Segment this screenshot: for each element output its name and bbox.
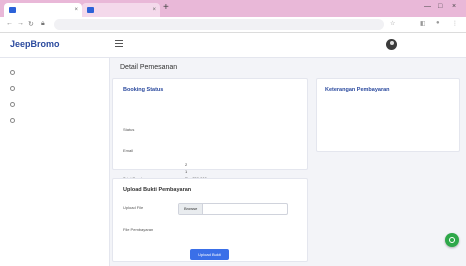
reload-icon[interactable]: ↻ <box>28 20 34 28</box>
sidebar <box>0 58 110 266</box>
new-tab-button[interactable]: + <box>163 2 169 13</box>
sidebar-item-3[interactable] <box>0 97 110 111</box>
whatsapp-chat-icon[interactable] <box>445 233 459 247</box>
lock-icon: 🔒︎ <box>41 20 45 27</box>
browse-button[interactable]: Browse <box>179 204 204 214</box>
brand-logo[interactable]: JeepBromo <box>10 39 60 49</box>
sidebar-item-2[interactable] <box>0 81 110 95</box>
avatar[interactable] <box>386 39 397 50</box>
card-title: Upload Bukti Pembayaran <box>123 187 192 193</box>
app-header: JeepBromo <box>0 33 466 58</box>
card-title: Keterangan Pembayaran <box>325 87 390 93</box>
payment-info-card: Keterangan Pembayaran <box>316 78 460 152</box>
extensions-icon[interactable]: ◧ <box>420 20 426 27</box>
browser-tab-active[interactable]: × <box>4 3 82 17</box>
nav-circle-icon <box>10 102 15 107</box>
booking-status-card: Booking Status Status Email 2 1 Total Pe… <box>112 78 308 181</box>
favicon-icon <box>9 7 16 13</box>
browser-tabstrip: × × + — □ × <box>0 0 466 17</box>
profile-icon[interactable]: ● <box>436 20 440 26</box>
browser-tab[interactable]: × <box>82 3 160 17</box>
back-icon[interactable]: ← <box>6 20 13 27</box>
upload-file-label: Upload File <box>123 205 144 210</box>
sidebar-item-1[interactable] <box>0 65 110 79</box>
close-tab-icon[interactable]: × <box>152 3 156 17</box>
file-input[interactable]: Browse <box>178 203 288 215</box>
card-title: Booking Status <box>123 87 164 93</box>
nav-circle-icon <box>10 118 15 123</box>
nav-circle-icon <box>10 70 15 75</box>
window-close-icon[interactable]: × <box>452 3 456 10</box>
address-bar: ← → ↻ 🔒︎ ☆ ◧ ● ⋮ <box>0 17 466 33</box>
hamburger-menu-icon[interactable] <box>115 40 123 47</box>
menu-icon[interactable]: ⋮ <box>452 20 458 27</box>
upload-proof-button[interactable]: Upload Bukti <box>190 249 229 260</box>
upload-proof-card: Upload Bukti Pembayaran Upload File Brow… <box>112 178 308 262</box>
maximize-icon[interactable]: □ <box>438 3 442 10</box>
page-title: Detail Pemesanan <box>120 64 178 71</box>
nav-circle-icon <box>10 86 15 91</box>
forward-icon[interactable]: → <box>17 20 24 27</box>
url-field[interactable] <box>54 19 384 30</box>
favicon-icon <box>87 7 94 13</box>
star-icon[interactable]: ☆ <box>390 20 395 27</box>
payment-file-label: File Pembayaran <box>123 227 154 232</box>
close-tab-icon[interactable]: × <box>74 3 78 17</box>
sidebar-item-4[interactable] <box>0 113 110 127</box>
minimize-icon[interactable]: — <box>424 3 431 10</box>
